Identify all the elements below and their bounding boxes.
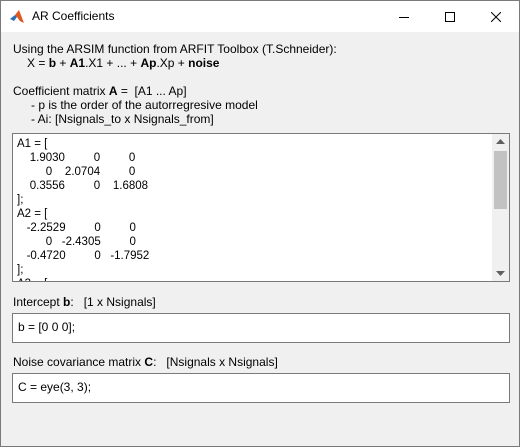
minimize-button[interactable] <box>381 1 427 32</box>
maximize-icon <box>445 11 455 22</box>
scroll-up-icon[interactable] <box>496 138 505 144</box>
coefficient-textarea[interactable]: A1 = [ 1.9030 0 0 0 2.0704 0 0.3556 0 1.… <box>12 133 510 282</box>
title-bar[interactable]: AR Coefficients <box>1 1 519 32</box>
noise-covariance-label: Noise covariance matrix C: [Nsignals x N… <box>13 355 278 369</box>
close-button[interactable] <box>473 1 519 32</box>
scrollbar-thumb[interactable] <box>494 151 507 209</box>
equation: X = b + A1.X1 + ... + Ap.Xp + noise <box>27 56 220 70</box>
matlab-icon <box>9 9 25 25</box>
coefficient-matrix-label: Coefficient matrix A = [A1 ... Ap] <box>13 84 187 98</box>
ar-coefficients-window: AR Coefficients Using the ARSIM function… <box>0 0 520 447</box>
intercept-label: Intercept b: [1 x Nsignals] <box>13 295 156 309</box>
dimension-note: - Ai: [Nsignals_to x Nsignals_from] <box>31 112 214 126</box>
vertical-scrollbar[interactable] <box>492 134 509 281</box>
intercept-input[interactable]: b = [0 0 0]; <box>12 313 510 343</box>
intercept-value[interactable]: b = [0 0 0]; <box>18 320 75 334</box>
coefficient-text[interactable]: A1 = [ 1.9030 0 0 0 2.0704 0 0.3556 0 1.… <box>17 137 493 281</box>
window-title: AR Coefficients <box>32 9 115 23</box>
close-icon <box>491 11 501 22</box>
order-note: - p is the order of the autorregresive m… <box>31 98 258 112</box>
noise-covariance-input[interactable]: C = eye(3, 3); <box>12 373 510 403</box>
dialog-content: Using the ARSIM function from ARFIT Tool… <box>1 32 519 446</box>
minimize-icon <box>399 16 409 18</box>
noise-covariance-value[interactable]: C = eye(3, 3); <box>18 380 91 394</box>
scroll-down-icon[interactable] <box>496 271 505 277</box>
intro-text: Using the ARSIM function from ARFIT Tool… <box>13 42 337 56</box>
maximize-button[interactable] <box>427 1 473 32</box>
